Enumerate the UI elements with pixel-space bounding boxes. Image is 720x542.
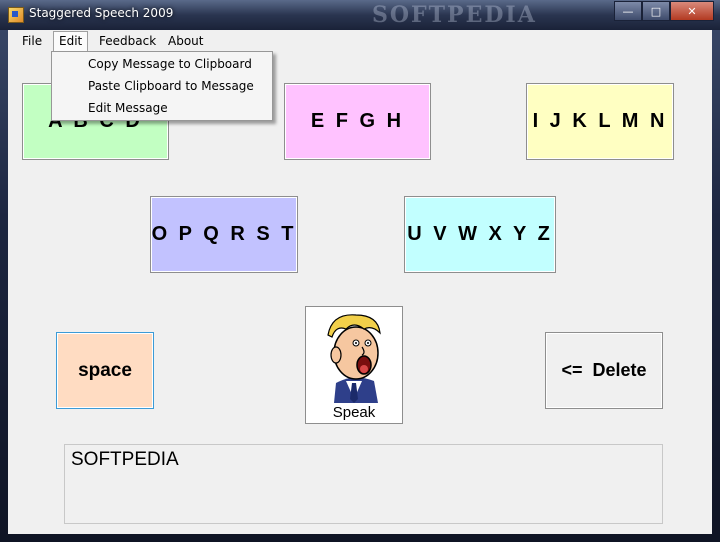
minimize-icon: — [622, 4, 634, 18]
title-bar[interactable]: Staggered Speech 2009 SOFTPEDIA — □ ✕ [0, 0, 720, 30]
menu-bar: File Edit Feedback About [8, 30, 712, 52]
message-text: SOFTPEDIA [71, 449, 179, 470]
speak-button[interactable]: Speak [305, 306, 403, 424]
delete-label: <= Delete [561, 360, 647, 380]
window-controls: — □ ✕ [614, 1, 714, 21]
delete-button[interactable]: <= Delete [545, 332, 663, 409]
message-textbox[interactable]: SOFTPEDIA [64, 444, 663, 524]
close-button[interactable]: ✕ [670, 1, 714, 21]
space-button[interactable]: space [56, 332, 154, 409]
client-area: File Edit Feedback About A B C D E F G H… [8, 30, 712, 534]
close-icon: ✕ [687, 4, 697, 18]
letters-uvwxyz-label: U V W X Y Z [407, 223, 553, 245]
maximize-icon: □ [650, 4, 662, 18]
space-label: space [78, 359, 132, 381]
menu-item-edit-message[interactable]: Edit Message [88, 101, 168, 115]
letters-ijklmn-button[interactable]: I J K L M N [526, 83, 674, 160]
maximize-button[interactable]: □ [642, 1, 670, 21]
window-title: Staggered Speech 2009 [29, 6, 174, 20]
menu-file[interactable]: File [17, 32, 47, 50]
app-icon[interactable] [8, 7, 24, 23]
shouting-man-icon [306, 307, 402, 403]
menu-item-paste-clipboard[interactable]: Paste Clipboard to Message [88, 79, 254, 93]
edit-dropdown-menu: Copy Message to Clipboard Paste Clipboar… [51, 51, 273, 121]
letters-ijklmn-label: I J K L M N [532, 110, 668, 132]
menu-item-copy-message[interactable]: Copy Message to Clipboard [88, 57, 252, 71]
watermark: SOFTPEDIA [372, 2, 537, 28]
letters-opqrst-label: O P Q R S T [151, 223, 297, 245]
letters-efgh-label: E F G H [310, 110, 405, 132]
app-window: Staggered Speech 2009 SOFTPEDIA — □ ✕ Fi… [0, 0, 720, 542]
letters-uvwxyz-button[interactable]: U V W X Y Z [404, 196, 556, 273]
menu-about[interactable]: About [163, 32, 208, 50]
letters-efgh-button[interactable]: E F G H [284, 83, 431, 160]
menu-edit[interactable]: Edit [53, 31, 89, 52]
minimize-button[interactable]: — [614, 1, 642, 21]
menu-feedback[interactable]: Feedback [94, 32, 161, 50]
speak-label: Speak [332, 404, 376, 421]
letters-opqrst-button[interactable]: O P Q R S T [150, 196, 298, 273]
